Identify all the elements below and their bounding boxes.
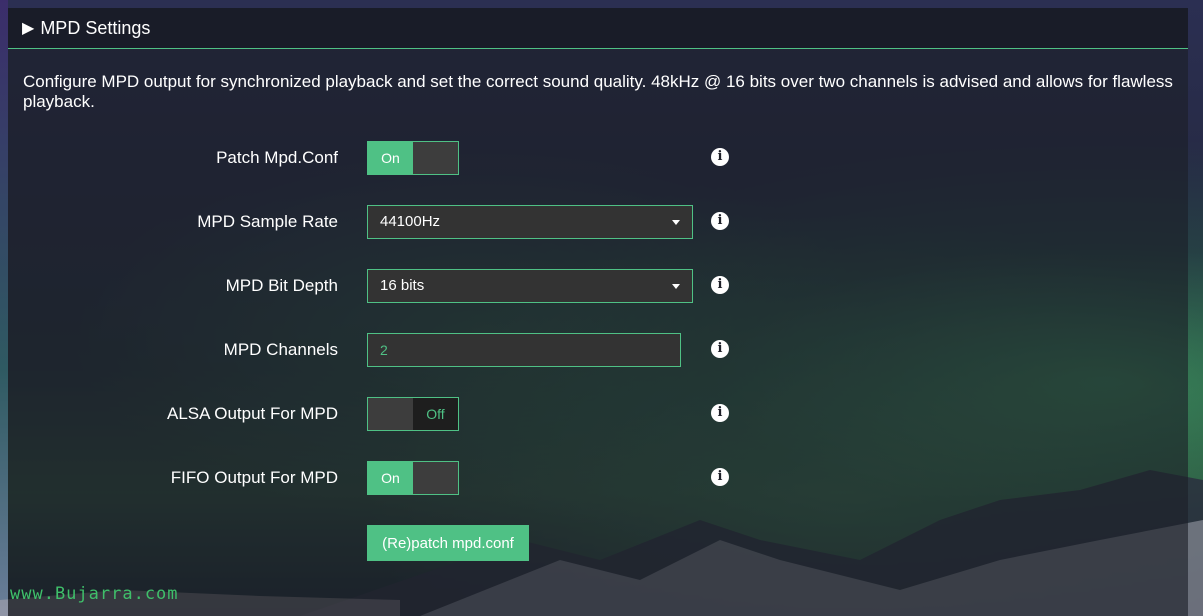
- watermark: www.Bujarra.com: [10, 584, 179, 604]
- row-patch-mpd-conf: Patch Mpd.Conf On i: [8, 141, 1188, 175]
- expand-arrow-icon[interactable]: ▶: [22, 18, 34, 38]
- channels-input[interactable]: 2: [367, 333, 681, 367]
- sample-rate-value: 44100Hz: [380, 213, 441, 230]
- info-icon[interactable]: i: [711, 468, 729, 486]
- toggle-knob: [368, 398, 413, 430]
- row-fifo-output: FIFO Output For MPD On i: [8, 461, 1188, 495]
- bit-depth-value: 16 bits: [380, 277, 425, 294]
- fifo-output-label: FIFO Output For MPD: [170, 468, 338, 487]
- channels-label: MPD Channels: [223, 340, 338, 359]
- info-icon[interactable]: i: [711, 340, 729, 358]
- panel-title: MPD Settings: [40, 17, 151, 38]
- repatch-mpd-conf-button[interactable]: (Re)patch mpd.conf: [367, 525, 529, 561]
- row-alsa-output: ALSA Output For MPD Off i: [8, 397, 1188, 431]
- fifo-output-toggle[interactable]: On: [367, 461, 459, 495]
- chevron-down-icon: [672, 220, 680, 225]
- alsa-output-label: ALSA Output For MPD: [166, 404, 338, 423]
- bit-depth-label: MPD Bit Depth: [225, 276, 338, 295]
- info-icon[interactable]: i: [711, 404, 729, 422]
- background-edge: [0, 0, 8, 616]
- row-sample-rate: MPD Sample Rate 44100Hz i: [8, 205, 1188, 239]
- row-bit-depth: MPD Bit Depth 16 bits i: [8, 269, 1188, 303]
- bit-depth-select[interactable]: 16 bits: [367, 269, 693, 303]
- patch-mpd-conf-toggle[interactable]: On: [367, 141, 459, 175]
- settings-description: Configure MPD output for synchronized pl…: [23, 72, 1173, 111]
- sample-rate-select[interactable]: 44100Hz: [367, 205, 693, 239]
- alsa-output-toggle[interactable]: Off: [367, 397, 459, 431]
- toggle-knob: [413, 142, 458, 174]
- info-icon[interactable]: i: [711, 276, 729, 294]
- sample-rate-label: MPD Sample Rate: [197, 212, 338, 231]
- toggle-state-label: Off: [413, 398, 458, 430]
- info-icon[interactable]: i: [711, 148, 729, 166]
- mpd-settings-panel: ▶ MPD Settings Configure MPD output for …: [8, 8, 1188, 616]
- toggle-state-label: On: [368, 462, 413, 494]
- toggle-state-label: On: [368, 142, 413, 174]
- panel-header[interactable]: ▶ MPD Settings: [8, 8, 1188, 49]
- patch-mpd-conf-label: Patch Mpd.Conf: [216, 148, 338, 167]
- toggle-knob: [413, 462, 458, 494]
- info-icon[interactable]: i: [711, 212, 729, 230]
- row-channels: MPD Channels 2 i: [8, 333, 1188, 367]
- chevron-down-icon: [672, 284, 680, 289]
